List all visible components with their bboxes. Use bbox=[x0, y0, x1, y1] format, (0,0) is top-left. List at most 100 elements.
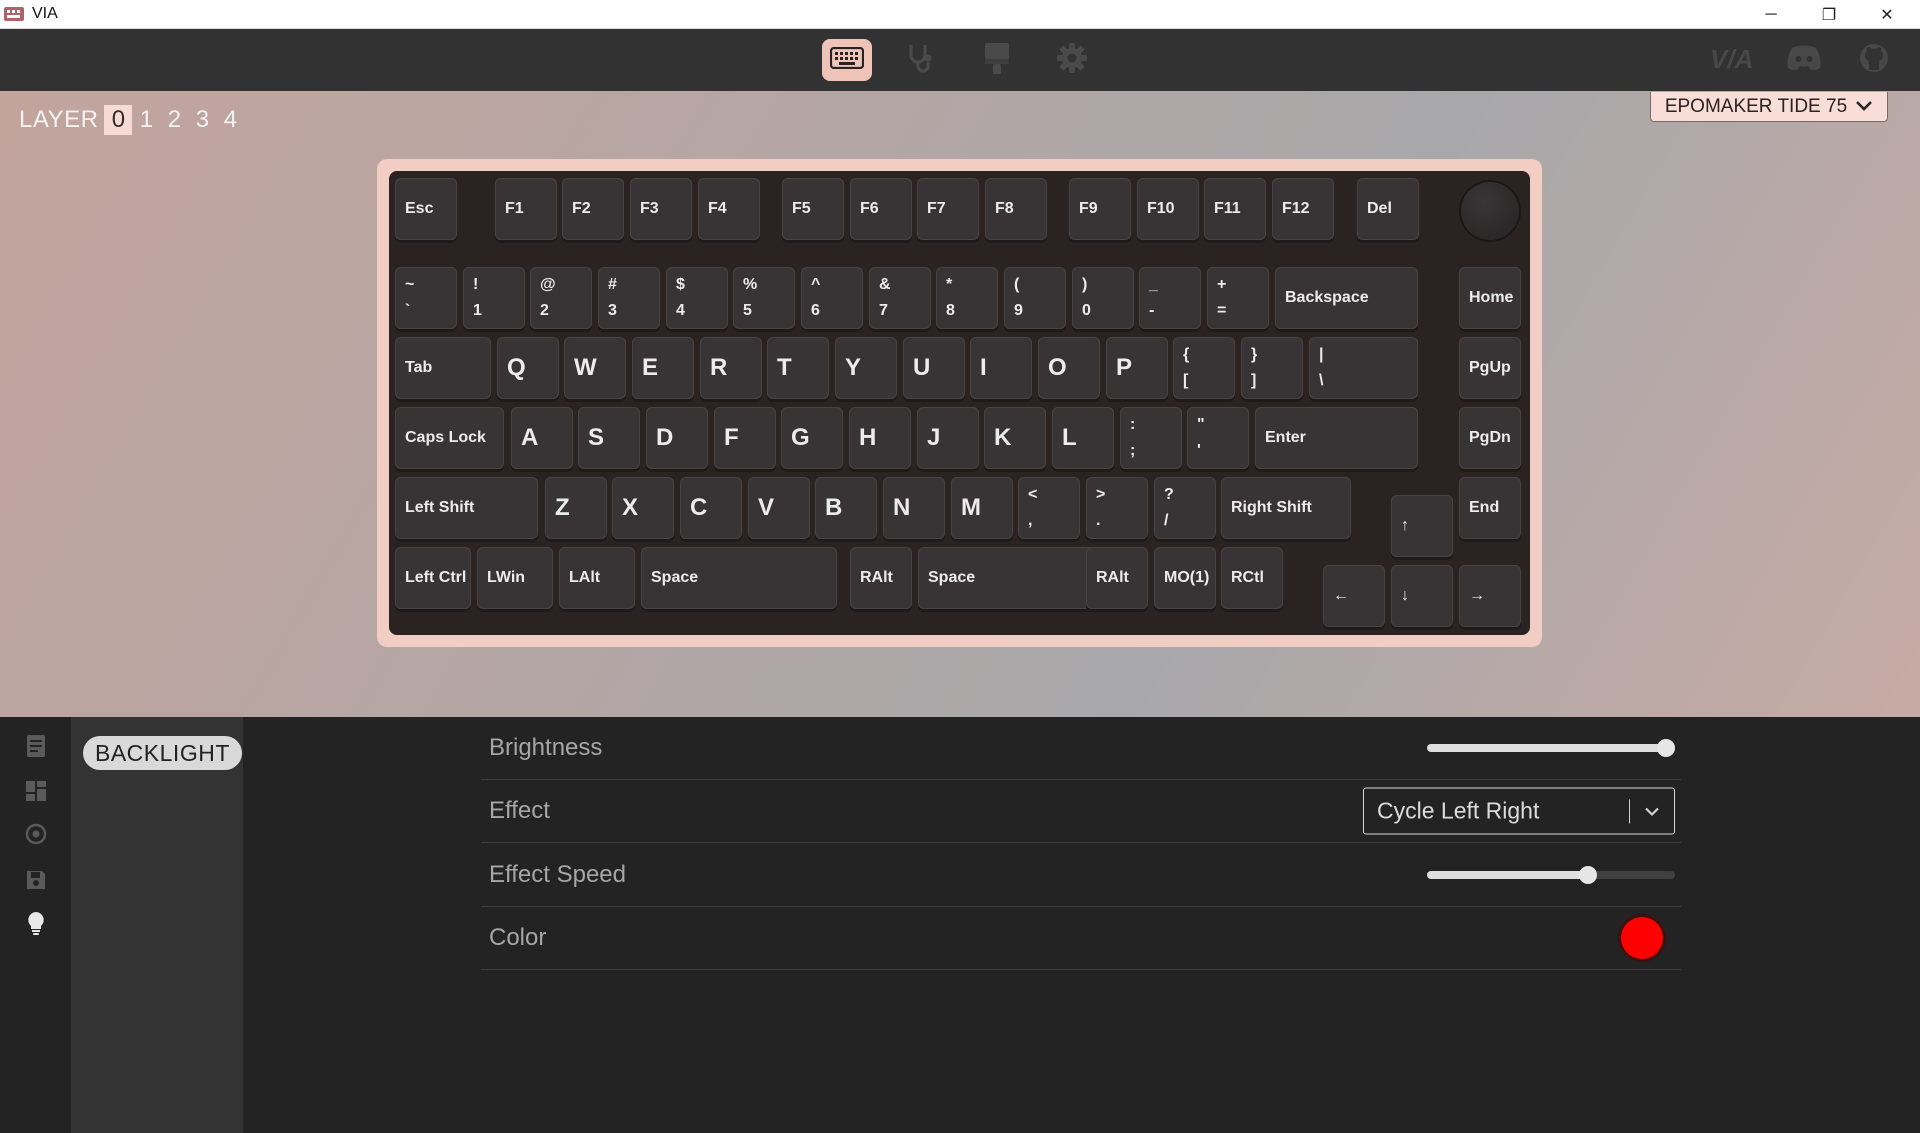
key-3[interactable]: #3 bbox=[598, 267, 660, 329]
sidebar-item-layouts[interactable] bbox=[24, 780, 48, 805]
key-k[interactable]: K bbox=[984, 407, 1046, 469]
key-c[interactable]: C bbox=[680, 477, 742, 539]
key-7[interactable]: & 7 bbox=[869, 267, 931, 329]
key-home[interactable]: Home bbox=[1459, 267, 1521, 329]
key-f9[interactable]: F9 bbox=[1069, 178, 1131, 240]
key-rctrl[interactable]: RCtl bbox=[1221, 547, 1283, 609]
effect-speed-slider[interactable] bbox=[1427, 866, 1675, 884]
key-lwin[interactable]: LWin bbox=[477, 547, 553, 609]
key-pgup[interactable]: PgUp bbox=[1459, 337, 1521, 399]
key-esc[interactable]: Esc bbox=[395, 178, 457, 240]
key-1[interactable]: ! 1 bbox=[463, 267, 525, 329]
key-u[interactable]: U bbox=[903, 337, 965, 399]
key-f4[interactable]: F4 bbox=[698, 178, 760, 240]
key-8[interactable]: * 8 bbox=[936, 267, 998, 329]
key-b[interactable]: B bbox=[815, 477, 877, 539]
keyboard-select[interactable]: EPOMAKER TIDE 75 bbox=[1650, 92, 1888, 122]
restore-button[interactable]: ❐ bbox=[1800, 0, 1858, 29]
key-2[interactable]: @2 bbox=[530, 267, 592, 329]
brightness-slider[interactable] bbox=[1427, 739, 1675, 757]
close-button[interactable]: ✕ bbox=[1858, 0, 1916, 29]
key-lbracket[interactable]: {[ bbox=[1173, 337, 1235, 399]
tab-design[interactable] bbox=[972, 39, 1022, 81]
key-j[interactable]: J bbox=[917, 407, 979, 469]
key-6[interactable]: ^ 6 bbox=[801, 267, 863, 329]
key-semicolon[interactable]: :; bbox=[1120, 407, 1182, 469]
key-s[interactable]: S bbox=[578, 407, 640, 469]
key-f10[interactable]: F10 bbox=[1137, 178, 1199, 240]
key-q[interactable]: Q bbox=[497, 337, 559, 399]
key-comma[interactable]: <, bbox=[1018, 477, 1080, 539]
key-m[interactable]: M bbox=[951, 477, 1013, 539]
key-r[interactable]: R bbox=[700, 337, 762, 399]
key-f11[interactable]: F11 bbox=[1204, 178, 1266, 240]
key-f2[interactable]: F2 bbox=[562, 178, 624, 240]
key-n[interactable]: N bbox=[883, 477, 945, 539]
key-f5[interactable]: F5 bbox=[782, 178, 844, 240]
key-end[interactable]: End bbox=[1459, 477, 1521, 539]
key-f[interactable]: F bbox=[714, 407, 776, 469]
key-lshift[interactable]: Left Shift bbox=[395, 477, 538, 539]
key-f12[interactable]: F12 bbox=[1272, 178, 1334, 240]
key-f6[interactable]: F6 bbox=[850, 178, 912, 240]
key-o[interactable]: O bbox=[1038, 337, 1100, 399]
sidebar-item-keymap[interactable] bbox=[24, 734, 48, 760]
discord-link[interactable] bbox=[1782, 41, 1826, 79]
layer-2[interactable]: 2 bbox=[160, 105, 188, 135]
key-equal[interactable]: + = bbox=[1207, 267, 1269, 329]
layer-0[interactable]: 0 bbox=[104, 105, 133, 135]
key-quote[interactable]: " ' bbox=[1187, 407, 1249, 469]
sidebar-item-lighting[interactable] bbox=[24, 911, 48, 938]
key-l[interactable]: L bbox=[1052, 407, 1114, 469]
key-period[interactable]: >. bbox=[1086, 477, 1148, 539]
key-f7[interactable]: F7 bbox=[917, 178, 979, 240]
via-logo[interactable]: V/A bbox=[1708, 41, 1764, 79]
key-lctrl[interactable]: Left Ctrl bbox=[395, 547, 471, 609]
key-rshift[interactable]: Right Shift bbox=[1221, 477, 1351, 539]
minimize-button[interactable]: ─ bbox=[1742, 0, 1800, 29]
key-5[interactable]: % 5 bbox=[733, 267, 795, 329]
key-backspace[interactable]: Backspace bbox=[1275, 267, 1418, 329]
layer-4[interactable]: 4 bbox=[216, 105, 244, 135]
tab-settings[interactable] bbox=[1047, 39, 1097, 81]
key-grave[interactable]: ~ ` bbox=[395, 267, 457, 329]
key-f8[interactable]: F8 bbox=[985, 178, 1047, 240]
menu-item-backlight[interactable]: BACKLIGHT bbox=[83, 736, 242, 770]
key-ralt2[interactable]: RAlt bbox=[1086, 547, 1148, 609]
sidebar-item-macros[interactable] bbox=[24, 823, 48, 848]
key-lalt[interactable]: LAlt bbox=[559, 547, 635, 609]
key-9[interactable]: (9 bbox=[1004, 267, 1066, 329]
key-f1[interactable]: F1 bbox=[495, 178, 557, 240]
key-h[interactable]: H bbox=[849, 407, 911, 469]
key-slash[interactable]: ? / bbox=[1154, 477, 1216, 539]
key-right[interactable]: → bbox=[1459, 565, 1521, 627]
github-link[interactable] bbox=[1854, 41, 1894, 79]
key-e[interactable]: E bbox=[632, 337, 694, 399]
key-4[interactable]: $4 bbox=[666, 267, 728, 329]
tab-key-tester[interactable] bbox=[896, 39, 946, 81]
sidebar-item-save-load[interactable] bbox=[24, 870, 48, 894]
key-z[interactable]: Z bbox=[545, 477, 607, 539]
key-enter[interactable]: Enter bbox=[1255, 407, 1418, 469]
key-i[interactable]: I bbox=[970, 337, 1032, 399]
chevron-down-icon[interactable] bbox=[1630, 806, 1674, 816]
tab-configure[interactable] bbox=[822, 39, 872, 81]
layer-1[interactable]: 1 bbox=[132, 105, 160, 135]
key-d[interactable]: D bbox=[646, 407, 708, 469]
key-t[interactable]: T bbox=[767, 337, 829, 399]
key-f3[interactable]: F3 bbox=[630, 178, 692, 240]
rotary-knob[interactable] bbox=[1461, 182, 1519, 240]
key-y[interactable]: Y bbox=[835, 337, 897, 399]
key-del[interactable]: Del bbox=[1357, 178, 1419, 240]
key-a[interactable]: A bbox=[511, 407, 573, 469]
key-tab[interactable]: Tab bbox=[395, 337, 491, 399]
key-rspace[interactable]: Space bbox=[918, 547, 1114, 609]
key-caps[interactable]: Caps Lock bbox=[395, 407, 504, 469]
key-up[interactable]: ↑ bbox=[1391, 495, 1453, 557]
key-x[interactable]: X bbox=[612, 477, 674, 539]
key-ralt[interactable]: RAlt bbox=[850, 547, 912, 609]
key-p[interactable]: P bbox=[1106, 337, 1168, 399]
key-lspace[interactable]: Space bbox=[641, 547, 837, 609]
layer-3[interactable]: 3 bbox=[188, 105, 216, 135]
key-rbracket[interactable]: }] bbox=[1241, 337, 1303, 399]
